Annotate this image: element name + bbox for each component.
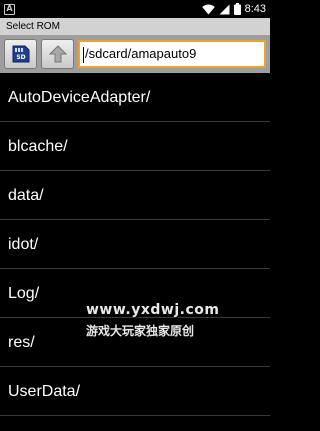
svg-text:SD: SD <box>16 54 25 61</box>
watermark-text: 游戏大玩家独家原创 <box>86 324 195 338</box>
up-directory-button[interactable] <box>41 39 74 69</box>
status-icons: 8:43 <box>201 3 266 15</box>
path-value: /sdcard/amapauto9 <box>85 46 197 61</box>
sd-card-button[interactable]: SD <box>4 39 37 69</box>
watermark-url: www.yxdwj.com <box>86 302 220 318</box>
text-cursor <box>83 46 84 63</box>
file-list: AutoDeviceAdapter/ blcache/ data/ idot/ … <box>0 73 270 416</box>
watermark: www.yxdwj.com 游戏大玩家独家原创 <box>86 302 256 339</box>
path-input[interactable]: /sdcard/amapauto9 <box>78 40 266 68</box>
list-item-idot[interactable]: idot/ <box>0 220 270 269</box>
list-item-data[interactable]: data/ <box>0 171 270 220</box>
status-time: 8:43 <box>244 3 266 15</box>
list-item-autodeviceadapter[interactable]: AutoDeviceAdapter/ <box>0 73 270 122</box>
signal-icon <box>219 4 230 14</box>
list-item-blcache[interactable]: blcache/ <box>0 122 270 171</box>
wifi-icon <box>201 4 215 14</box>
arrow-up-icon <box>48 45 67 63</box>
dialog-title: Select ROM <box>0 18 270 35</box>
list-item-userdata[interactable]: UserData/ <box>0 367 270 416</box>
notification-icon: A <box>4 3 15 15</box>
status-bar: A 8:43 <box>0 0 270 18</box>
battery-icon <box>233 3 241 15</box>
toolbar: SD /sdcard/amapauto9 <box>0 35 270 73</box>
sd-card-icon: SD <box>12 45 29 63</box>
